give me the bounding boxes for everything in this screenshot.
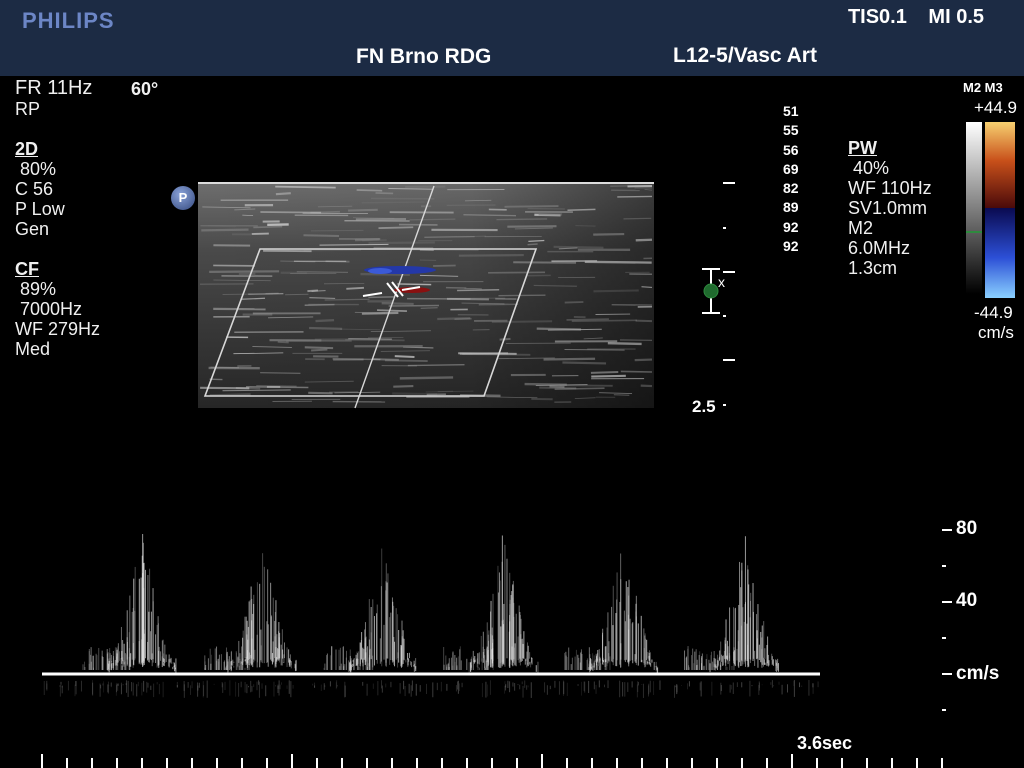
speckle-streak (378, 226, 414, 230)
spectral-doppler (41, 529, 952, 768)
focus-x-label: x (718, 274, 725, 290)
speckle-streak (275, 185, 336, 189)
speckle-streak (348, 208, 378, 212)
speckle-streak (575, 224, 596, 227)
speckle-streak (536, 327, 582, 331)
colorbar-gray (966, 122, 982, 294)
colorbar-positive (985, 122, 1015, 208)
speckle-streak (332, 358, 381, 361)
colorbar-negative (985, 208, 1015, 298)
speckle-streak (584, 260, 652, 264)
color-flow-blue-core (368, 268, 392, 274)
speckle-streak (457, 289, 500, 292)
speckle-streak (458, 352, 517, 355)
speckle-streak (222, 389, 291, 392)
speckle-streak (309, 297, 336, 300)
speckle-streak (567, 208, 596, 211)
speckle-streak (620, 370, 653, 373)
speckle-streak (345, 338, 405, 342)
speckle-streak (307, 289, 319, 293)
speckle-streak (304, 346, 334, 350)
speckle-streak (623, 217, 652, 220)
speckle-streak (393, 385, 414, 388)
speckle-streak (593, 232, 625, 236)
speckle-streak (309, 326, 343, 330)
speckle-streak (566, 318, 609, 321)
doppler-spectrum (82, 534, 779, 674)
speckle-streak (356, 189, 383, 192)
speckle-streak (368, 241, 435, 245)
speckle-streak (641, 286, 653, 288)
speckle-streak (571, 319, 637, 323)
speckle-streak (528, 239, 545, 243)
speckle-streak (463, 214, 516, 217)
speckle-streak (315, 318, 335, 323)
speckle-streak (346, 286, 365, 290)
baseline-noise (43, 680, 819, 698)
speckle-streak (388, 188, 434, 190)
speckle-streak (527, 207, 565, 210)
speckle-streak (397, 283, 432, 286)
speckle-streak (260, 372, 301, 374)
speckle-streak (593, 289, 639, 293)
speckle-streak (564, 301, 584, 304)
speckle-streak (420, 307, 438, 309)
bmode-shading (198, 182, 654, 408)
speckle-streak (498, 294, 546, 297)
speckle-streak (496, 218, 548, 221)
speckle-streak (553, 245, 604, 249)
speckle-streak (634, 358, 653, 362)
speckle-streak (504, 205, 559, 208)
speckle-streak (275, 192, 291, 196)
speckle-streak (253, 225, 283, 229)
ultrasound-graphics: x (41, 122, 1015, 768)
speckle-streak (507, 225, 557, 228)
speckle-streak (446, 297, 489, 301)
speckle-streak (362, 239, 387, 242)
bmode-image (198, 182, 654, 409)
speckle-streak (635, 238, 653, 242)
speckle-streak (209, 270, 280, 273)
speckle-streak (324, 298, 370, 301)
speckle-streak (499, 337, 511, 341)
colorbar (966, 122, 1015, 298)
speckle-streak (610, 184, 653, 187)
speckle-streak (554, 387, 605, 391)
speckle-streak (590, 371, 619, 374)
speckle-streak (591, 374, 626, 378)
speckle-streak (381, 302, 414, 306)
speckle-streak (457, 235, 487, 238)
speckle-streak (607, 341, 642, 346)
focus-dot-icon (703, 283, 719, 299)
time-axis-ticks (41, 754, 943, 768)
speckle-streak (377, 309, 407, 312)
speckle-streak (310, 229, 364, 232)
speckle-streak (361, 201, 425, 204)
speckle-streak (458, 253, 524, 257)
speckle-streak (260, 211, 322, 214)
speckle-streak (319, 243, 389, 246)
depth-scale (723, 182, 735, 406)
speckle-streak (549, 385, 565, 389)
speckle-streak (433, 264, 456, 267)
speckle-streak (394, 355, 415, 358)
speckle-streak (311, 348, 328, 352)
speckle-streak (209, 393, 251, 397)
speckle-streak (562, 361, 607, 365)
speckle-streak (409, 218, 456, 221)
speckle-streak (201, 228, 249, 232)
speckle-streak (303, 234, 340, 238)
speckle-streak (303, 248, 362, 252)
speckle-streak (277, 340, 289, 344)
speckle-streak (407, 363, 465, 367)
speckle-streak (543, 357, 596, 361)
speckle-streak (533, 284, 577, 287)
speckle-streak (384, 359, 428, 362)
speckle-streak (527, 243, 538, 246)
speckle-streak (399, 376, 454, 380)
